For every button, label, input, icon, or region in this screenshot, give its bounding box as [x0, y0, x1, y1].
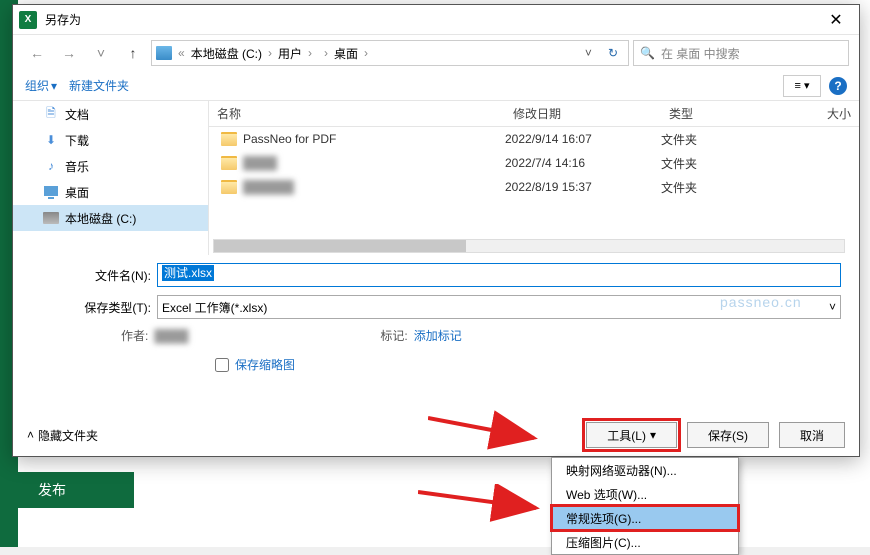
search-icon: 🔍	[640, 46, 655, 60]
folder-icon	[221, 132, 237, 146]
up-button[interactable]: ↑	[119, 40, 147, 66]
menu-item-map-drive[interactable]: 映射网络驱动器(N)...	[552, 458, 738, 482]
menu-item-web-options[interactable]: Web 选项(W)...	[552, 482, 738, 506]
file-row[interactable]: ██████ 2022/8/19 15:37 文件夹	[209, 175, 859, 199]
save-thumbnail-checkbox[interactable]	[215, 358, 229, 372]
address-bar[interactable]: « 本地磁盘 (C:) › 用户 › › 桌面 › ˅ ↻	[151, 40, 629, 66]
menu-item-compress-pictures[interactable]: 压缩图片(C)...	[552, 530, 738, 554]
folder-icon	[221, 180, 237, 194]
forward-button: →	[55, 40, 83, 66]
horizontal-scrollbar[interactable]	[213, 239, 845, 253]
file-row[interactable]: ████ 2022/7/4 14:16 文件夹	[209, 151, 859, 175]
excel-icon: X	[19, 11, 37, 29]
document-icon: 🗎	[43, 106, 59, 122]
address-dropdown[interactable]: ˅	[579, 46, 598, 60]
column-header-size[interactable]: 大小	[791, 105, 859, 122]
column-header-name[interactable]: 名称	[209, 105, 505, 122]
download-icon: ⬇	[43, 132, 59, 148]
folder-icon	[221, 156, 237, 170]
recent-dropdown[interactable]: ˅	[87, 40, 115, 66]
cancel-button[interactable]: 取消	[779, 422, 845, 448]
save-thumbnail-label: 保存缩略图	[235, 356, 295, 373]
watermark: passneo.cn	[720, 294, 802, 310]
close-button[interactable]: ✕	[815, 6, 857, 34]
save-as-dialog: X 另存为 ✕ ← → ˅ ↑ « 本地磁盘 (C:) › 用户 › › 桌面 …	[12, 4, 860, 457]
dialog-title: 另存为	[45, 11, 815, 28]
column-header-date[interactable]: 修改日期	[505, 105, 661, 122]
sidebar-item-documents[interactable]: 🗎 文档	[13, 101, 208, 127]
author-label: 作者:	[121, 327, 148, 344]
chevron-down-icon: ˅	[829, 300, 836, 314]
file-row[interactable]: PassNeo for PDF 2022/9/14 16:07 文件夹	[209, 127, 859, 151]
menu-item-general-options[interactable]: 常规选项(G)...	[552, 506, 738, 530]
column-header-type[interactable]: 类型	[661, 105, 791, 122]
filetype-label: 保存类型(T):	[31, 299, 157, 316]
sidebar-item-local-disk-c[interactable]: 本地磁盘 (C:)	[13, 205, 208, 231]
new-folder-button[interactable]: 新建文件夹	[69, 77, 129, 94]
music-icon: ♪	[43, 158, 59, 174]
filename-label: 文件名(N):	[31, 267, 157, 284]
sidebar-item-desktop[interactable]: 桌面	[13, 179, 208, 205]
add-tag-link[interactable]: 添加标记	[414, 327, 462, 344]
chevron-down-icon: ˄	[27, 428, 34, 442]
view-options[interactable]: ≡ ▾	[783, 75, 821, 97]
tools-menu-button[interactable]: 工具(L) ▾	[586, 422, 677, 448]
publish-nav[interactable]: 发布	[18, 472, 134, 508]
drive-icon	[156, 46, 172, 60]
tools-dropdown-menu: 映射网络驱动器(N)... Web 选项(W)... 常规选项(G)... 压缩…	[551, 457, 739, 555]
search-input[interactable]: 🔍 在 桌面 中搜索	[633, 40, 849, 66]
filename-input[interactable]: 测试.xlsx	[157, 263, 841, 287]
drive-icon	[43, 212, 59, 224]
organize-menu[interactable]: 组织 ▾	[25, 77, 57, 94]
save-button[interactable]: 保存(S)	[687, 422, 769, 448]
tag-label: 标记:	[380, 327, 407, 344]
folder-tree: 🗎 文档 ⬇ 下载 ♪ 音乐 桌面 本地磁盘 (C:)	[13, 101, 209, 255]
sidebar-item-downloads[interactable]: ⬇ 下载	[13, 127, 208, 153]
file-list: 名称 修改日期 类型 大小 PassNeo for PDF 2022/9/14 …	[209, 101, 859, 255]
back-button[interactable]: ←	[23, 40, 51, 66]
author-value[interactable]: ████	[154, 329, 294, 343]
hide-folders-toggle[interactable]: ˄ 隐藏文件夹	[27, 427, 98, 444]
help-icon[interactable]: ?	[829, 77, 847, 95]
sidebar-item-music[interactable]: ♪ 音乐	[13, 153, 208, 179]
caret-down-icon: ▾	[650, 428, 656, 442]
desktop-icon	[43, 184, 59, 200]
refresh-button[interactable]: ↻	[602, 46, 624, 60]
